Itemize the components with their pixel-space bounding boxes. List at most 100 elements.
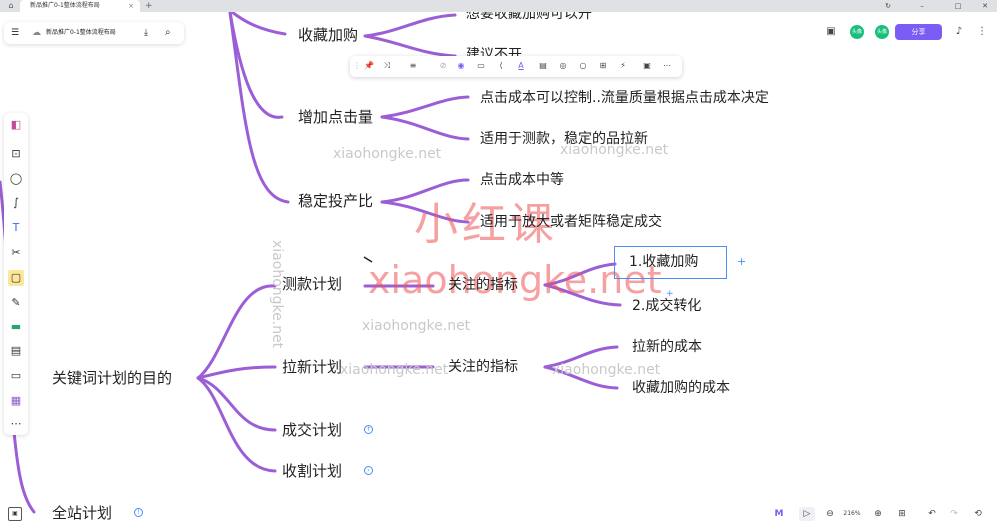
more-icon[interactable]: ⋮ [975,25,989,39]
shape-icon[interactable]: ▭ [474,59,488,73]
node-favorites-child-a[interactable]: 想要收藏加购可以开 [466,12,592,24]
shape-icon[interactable]: ◯ [8,171,24,187]
top-right-toolbar: ▣ 头像 头像 分享 ♪ ⋮ [820,21,995,43]
node-new-item-1[interactable]: 拉新的成本 [632,337,702,357]
mindmap-canvas[interactable]: xiaohongke.net xiaohongke.net xiaohongke… [0,12,997,526]
avatar[interactable]: 头像 [850,25,864,39]
node-new-item-2[interactable]: 收藏加购的成本 [632,378,730,398]
menu-icon[interactable]: ☰ [11,22,19,44]
connector-icon[interactable]: ✂ [8,245,24,261]
text-icon[interactable]: T [8,220,24,236]
watermark-text: xiaohongke.net [340,362,449,378]
close-window-button[interactable]: ✕ [975,0,995,12]
minimize-button[interactable]: – [912,0,932,12]
save-icon[interactable]: ⤓ [144,22,148,44]
node-favorites[interactable]: 收藏加购 [298,25,358,45]
document-icon[interactable]: ▤ [8,343,24,359]
document-title[interactable]: 新品推广0-1整体流程布局 [46,22,116,44]
comment-icon[interactable]: ○ [576,59,590,73]
style-icon[interactable]: ⊘ [436,59,450,73]
home-icon[interactable]: ⌂ [6,1,16,11]
tab-document[interactable]: 新品推广0-1整体流程布局 × [20,0,140,12]
more-icon[interactable]: ⋯ [660,59,674,73]
ai-assistant-icon[interactable]: M [771,507,787,521]
node-stable-roi[interactable]: 稳定投产比 [298,191,373,211]
history-icon[interactable]: ⟲ [971,507,985,521]
watermark-text: xiaohongke.net [362,318,471,334]
refresh-icon[interactable]: ↻ [878,0,898,12]
mindmap-icon[interactable]: ▦ [8,393,24,409]
node-new-plan[interactable]: 拉新计划 [282,357,342,377]
node-roi-child-b[interactable]: 适用于放大或者矩阵稳定成交 [480,212,662,232]
pin-icon[interactable]: 📌 [362,59,376,73]
root-to-new-plan [196,365,277,380]
search-icon[interactable]: ⌕ [165,22,171,44]
layout-icon[interactable]: ⤨ [380,59,394,73]
insert-icon[interactable]: ⊞ [596,59,610,73]
title-bar: ⌂ 新品推广0-1整体流程布局 × + ↻ – □ ✕ [0,0,997,12]
node-new-focus[interactable]: 关注的指标 [448,357,518,377]
frame-icon[interactable]: ⊡ [8,146,24,162]
branch-style-icon[interactable]: ⟨ [494,59,508,73]
undo-icon[interactable]: ↶ [925,507,939,521]
text-color-icon[interactable]: A [514,59,528,73]
node-full-site[interactable]: 全站计划 [52,503,112,523]
share-button[interactable]: 分享 [895,24,942,40]
node-harvest-plan[interactable]: 收割计划 [282,461,342,481]
outline-icon[interactable]: ▣ [8,507,22,521]
table-icon[interactable]: ▭ [8,368,24,384]
node-roi-child-a[interactable]: 点击成本中等 [480,170,564,190]
maximize-button[interactable]: □ [948,0,968,12]
note-icon[interactable]: ▤ [536,59,550,73]
divider-icon[interactable]: ▬ [8,319,24,335]
node-deal-plan[interactable]: 成交计划 [282,420,342,440]
format-toolbar: ⋮ 📌 ⤨ ≡ ⊘ ◉ ▭ ⟨ A ▤ ◎ ○ ⊞ ⚡ ▣ ⋯ [350,56,682,77]
tab-title: 新品推广0-1整体流程布局 [30,2,100,9]
node-clicks-child-a[interactable]: 点击成本可以控制..流量质量根据点击成本决定 [480,88,769,108]
bell-icon[interactable]: ♪ [952,25,966,39]
root-node[interactable]: 关键词计划的目的 [52,368,172,388]
link-icon[interactable]: ◎ [556,59,570,73]
more-tools-icon[interactable]: ⋯ [8,416,24,432]
cloud-icon: ☁ [32,28,41,38]
new-tab-button[interactable]: + [145,0,153,12]
node-test-focus[interactable]: 关注的指标 [448,275,518,295]
sticky-note-icon[interactable]: ▢ [8,270,24,286]
node-test-plan[interactable]: 测款计划 [282,274,342,294]
favorites-to-child-a [363,13,457,38]
bottom-toolbar: M ▷ ⊖ 216% ⊕ ⊞ ↶ ↷ ⟲ [767,503,993,525]
node-clicks-child-b[interactable]: 适用于测款，稳定的品拉新 [480,129,648,149]
pen-icon[interactable]: ∫ [8,195,24,211]
zoom-level[interactable]: 216% [839,507,865,521]
template-icon[interactable]: ◧ [8,117,24,133]
watermark-text: xiaohongke.net [333,146,442,162]
node-test-item-2[interactable]: 2.成交转化 [632,296,701,316]
fill-color-icon[interactable]: ◉ [454,59,468,73]
present-icon[interactable]: ▣ [824,25,838,39]
left-tool-palette: ◧ ⊡ ◯ ∫ T ✂ ▢ ✎ ▬ ▤ ▭ ▦ ⋯ [4,113,28,435]
fit-screen-icon[interactable]: ⊞ [895,507,909,521]
redo-icon[interactable]: ↷ [947,507,961,521]
summary-icon[interactable]: ▣ [640,59,654,73]
favorites-to-child-b [363,34,457,58]
avatar[interactable]: 头像 [875,25,889,39]
zoom-in-icon[interactable]: ⊕ [871,507,885,521]
watermark-text: xiaohongke.net [552,362,661,378]
highlighter-icon[interactable]: ✎ [8,295,24,311]
zoom-out-icon[interactable]: ⊖ [823,507,837,521]
root-to-harvest-plan [196,376,277,473]
align-icon[interactable]: ≡ [406,59,420,73]
add-icon[interactable]: + [737,256,746,267]
collapse-icon[interactable]: ↑ [364,425,373,434]
node-test-item-1-selected[interactable]: 1.收藏加购 [614,246,727,279]
info-icon[interactable]: ! [134,508,143,517]
expand-icon[interactable]: › [364,466,373,475]
close-icon[interactable]: × [128,0,134,12]
pointer-icon[interactable]: ▷ [799,507,815,521]
ai-icon[interactable]: ⚡ [616,59,630,73]
document-toolbar: ☰ ☁ 新品推广0-1整体流程布局 ⤓ ⌕ [4,22,184,44]
clicks-to-child-b [380,115,470,141]
watermark-text-vertical: xiaohongke.net [269,240,285,349]
node-increase-clicks[interactable]: 增加点击量 [298,107,373,127]
root-to-test-plan [196,284,277,380]
